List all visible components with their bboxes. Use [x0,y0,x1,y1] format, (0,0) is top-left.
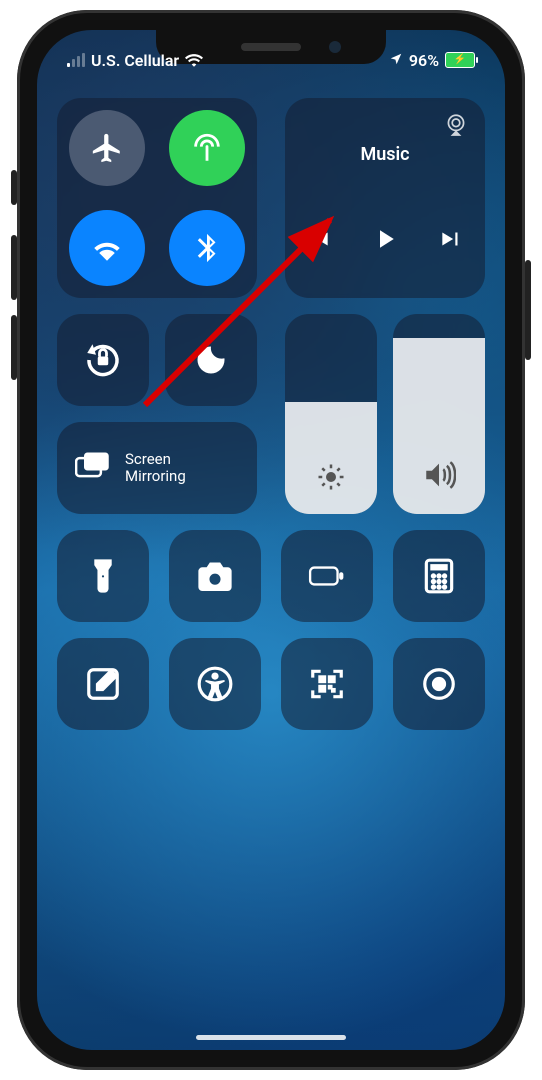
screen-mirroring-button[interactable]: ScreenMirroring [57,422,257,514]
mute-switch[interactable] [11,170,17,205]
brightness-fill [285,402,377,514]
battery-icon: ⚡ [445,52,475,68]
side-button[interactable] [525,260,531,360]
media-tile[interactable]: Music [285,98,485,298]
wifi-icon [185,53,203,67]
volume-slider[interactable] [393,314,485,514]
camera-icon [196,557,234,595]
screen: U.S. Cellular 96% ⚡ [37,30,505,1050]
play-button[interactable] [370,224,400,258]
next-track-button[interactable] [438,226,464,256]
notes-button[interactable] [57,638,149,730]
wifi-toggle[interactable] [69,210,145,286]
connectivity-tile[interactable] [57,98,257,298]
screen-record-button[interactable] [393,638,485,730]
volume-icon [393,458,485,496]
calculator-button[interactable] [393,530,485,622]
location-icon [389,51,403,70]
controls-grid [57,530,485,730]
home-indicator[interactable] [196,1035,346,1040]
do-not-disturb-button[interactable] [165,314,257,406]
moon-icon [193,342,229,378]
cellular-data-toggle[interactable] [169,110,245,186]
accessibility-icon [196,665,234,703]
status-bar: U.S. Cellular 96% ⚡ [37,40,505,80]
calculator-icon [420,557,458,595]
camera-button[interactable] [169,530,261,622]
brightness-slider[interactable] [285,314,377,514]
screen-mirroring-label: ScreenMirroring [125,451,186,486]
battery-percentage: 96% [409,51,439,70]
airplane-icon [90,131,124,165]
iphone-frame: U.S. Cellular 96% ⚡ [17,10,525,1070]
wifi-icon [90,231,124,265]
bluetooth-icon [190,231,224,265]
cellular-signal-icon [67,53,85,67]
volume-up-button[interactable] [11,235,17,300]
brightness-icon [285,462,377,496]
previous-track-button[interactable] [306,226,332,256]
record-icon [420,665,458,703]
media-title: Music [285,144,485,165]
screen-mirroring-icon [75,451,111,485]
airplay-icon[interactable] [443,112,469,142]
orientation-lock-button[interactable] [57,314,149,406]
orientation-lock-icon [82,339,124,381]
battery-icon [308,557,346,595]
bluetooth-toggle[interactable] [169,210,245,286]
qr-code-icon [308,665,346,703]
control-center: Music [57,98,485,1020]
accessibility-button[interactable] [169,638,261,730]
compose-icon [84,665,122,703]
airplane-mode-toggle[interactable] [69,110,145,186]
carrier-label: U.S. Cellular [91,51,179,70]
qr-code-button[interactable] [281,638,373,730]
antenna-icon [190,131,224,165]
low-power-mode-button[interactable] [281,530,373,622]
flashlight-icon [84,557,122,595]
flashlight-button[interactable] [57,530,149,622]
volume-down-button[interactable] [11,315,17,380]
